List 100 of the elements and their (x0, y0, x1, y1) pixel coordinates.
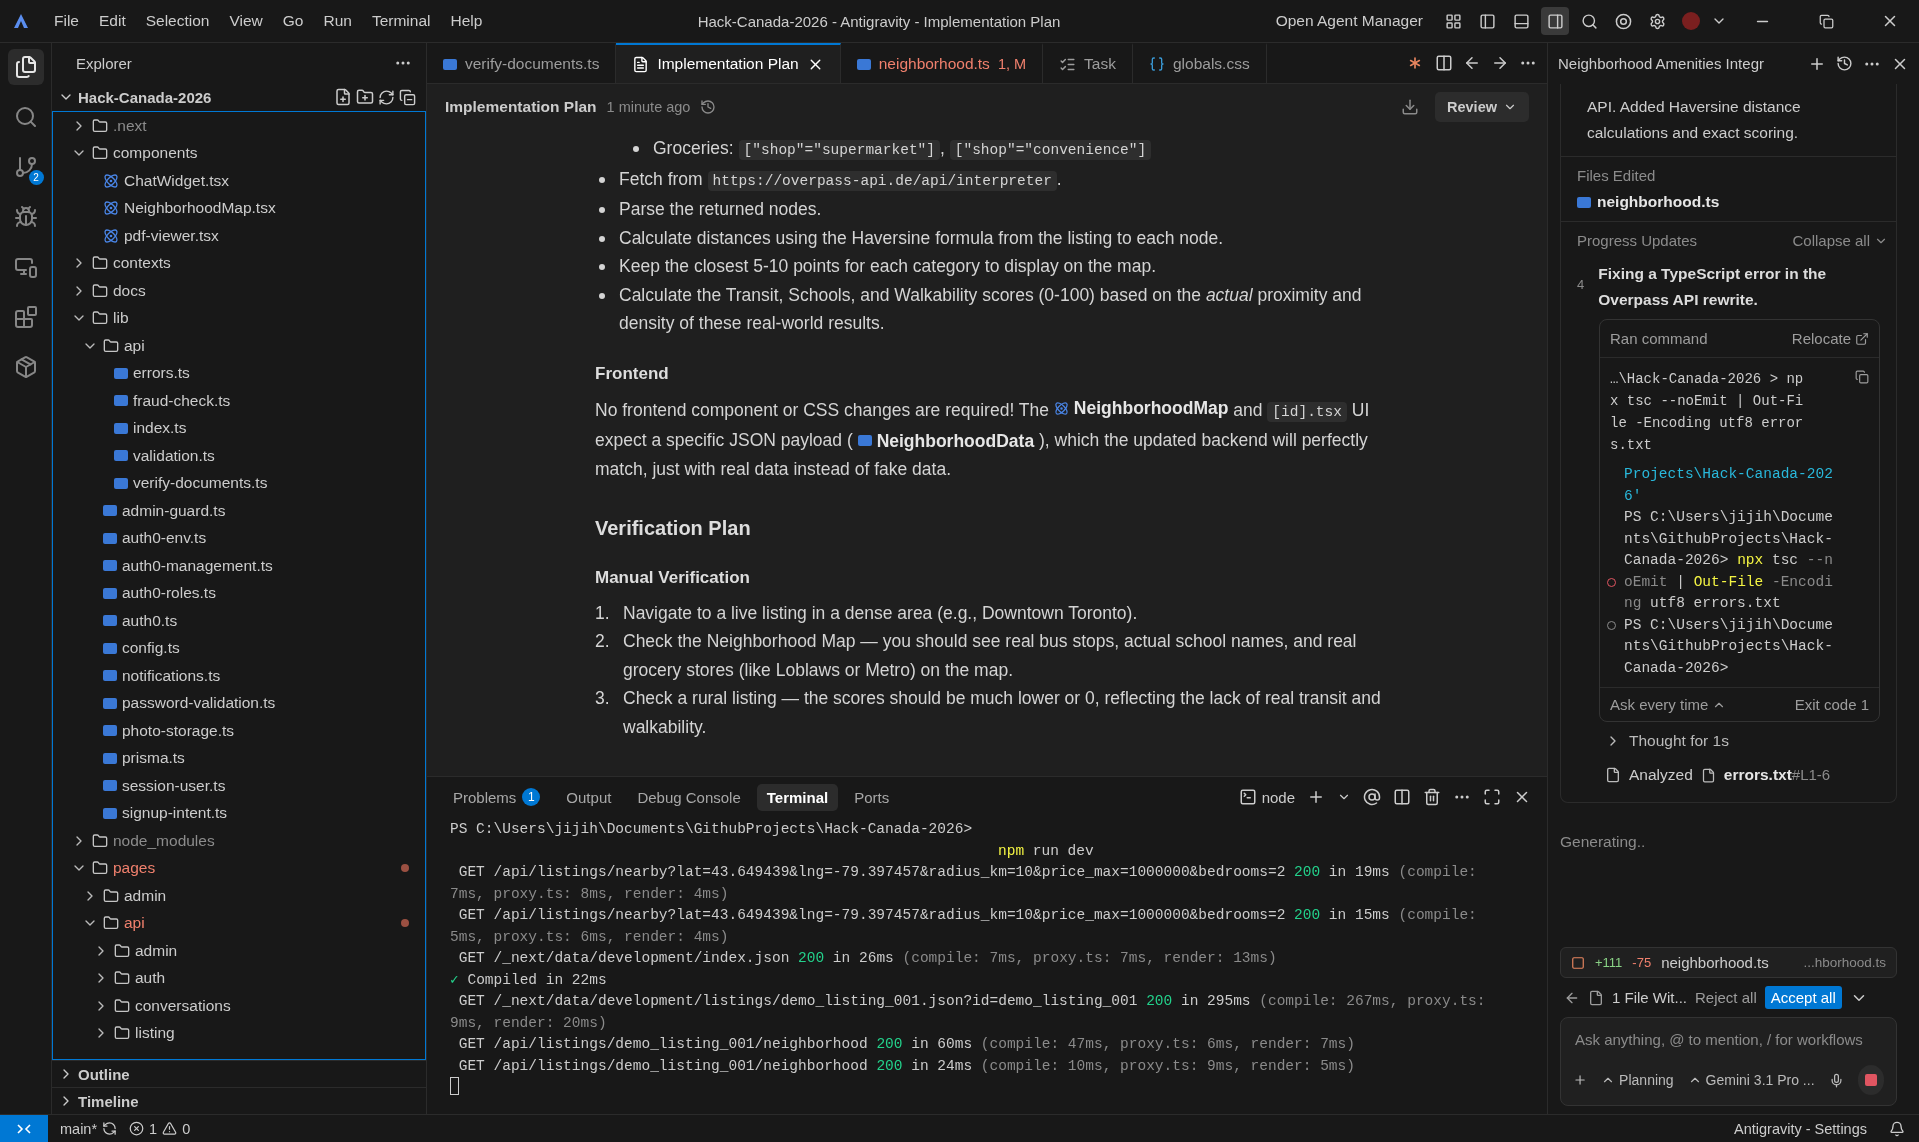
tree-item[interactable]: photo-storage.ts (53, 717, 425, 745)
accept-button[interactable]: Accept all (1764, 986, 1842, 1009)
tree-item[interactable]: contexts (53, 249, 425, 277)
refresh-icon[interactable] (378, 88, 395, 106)
copy-icon[interactable] (1855, 370, 1869, 384)
relocate-link[interactable]: Relocate (1791, 330, 1869, 347)
tree-item[interactable]: fraud-check.ts (53, 387, 425, 415)
tree-item[interactable]: docs (53, 277, 425, 305)
panel-tab[interactable]: Output (556, 783, 622, 811)
files-icon[interactable] (7, 49, 44, 85)
folder-icon (92, 860, 108, 877)
tree-item[interactable]: api (53, 332, 425, 360)
microphone-icon[interactable] (1828, 1071, 1844, 1089)
list-number: 1. (595, 601, 611, 625)
tree-item[interactable]: NeighborhoodMap.tsx (53, 194, 425, 222)
new-file-icon[interactable] (334, 88, 352, 106)
back-icon[interactable] (1463, 54, 1481, 72)
tree-item[interactable]: validation.ts (53, 442, 425, 470)
panel-right-icon[interactable] (1541, 7, 1569, 35)
menu-item[interactable]: File (44, 12, 89, 30)
symbol-link[interactable]: NeighborhoodMap (1053, 394, 1229, 423)
policy-selector[interactable]: Ask every time (1610, 696, 1727, 713)
tree-item[interactable]: auth0-env.ts (53, 524, 425, 552)
tree-item[interactable]: pdf-viewer.tsx (53, 222, 425, 250)
ts-file-icon (103, 642, 117, 654)
menu-item[interactable]: Run (313, 12, 362, 30)
tree-item[interactable]: listing (53, 1019, 425, 1047)
branch-indicator[interactable]: main* (60, 1120, 118, 1137)
tree-item[interactable]: auth (53, 964, 425, 992)
tree-item[interactable]: auth0-management.ts (53, 552, 425, 580)
collapse-icon[interactable] (399, 88, 416, 106)
tree-item[interactable]: pages (53, 854, 425, 882)
mode-selector[interactable]: Planning (1601, 1072, 1674, 1088)
tree-item[interactable]: session-user.ts (53, 772, 425, 800)
agent-manager-link[interactable]: Open Agent Manager (1265, 12, 1433, 30)
tree-item[interactable]: signup-intent.ts (53, 799, 425, 827)
collapse-link[interactable]: Collapse all (1792, 232, 1888, 249)
forward-icon[interactable] (1491, 54, 1509, 72)
problems-indicator[interactable]: 1 0 (129, 1120, 191, 1137)
tree-item[interactable]: verify-documents.ts (53, 469, 425, 497)
model-selector[interactable]: Gemini 3.1 Pro ... (1687, 1072, 1815, 1088)
mention-icon[interactable] (1363, 788, 1381, 806)
remote-button[interactable] (0, 1114, 48, 1142)
changes-bar[interactable]: +111 -75 neighborhood.ts ...hborhood.ts (1560, 947, 1897, 978)
tree-item[interactable]: lib (53, 304, 425, 332)
section-header[interactable]: Timeline (78, 1092, 139, 1110)
tree-item[interactable]: conversations (53, 992, 425, 1020)
terminal-selector[interactable]: node (1238, 788, 1295, 806)
editor-tab[interactable]: Implementation Plan (616, 43, 841, 83)
menu-item[interactable]: View (219, 12, 273, 30)
tree-item[interactable]: admin-guard.ts (53, 497, 425, 525)
folder-icon (103, 915, 119, 932)
tree-item[interactable]: node_modules (53, 827, 425, 855)
new-folder-icon[interactable] (356, 88, 374, 106)
file-link[interactable]: neighborhood.ts (1597, 193, 1720, 211)
add-icon[interactable] (1307, 788, 1325, 806)
tree-item[interactable]: auth0.ts (53, 607, 425, 635)
tree-item[interactable]: index.ts (53, 414, 425, 442)
tree-item[interactable]: ChatWidget.tsx (53, 167, 425, 195)
reject-button[interactable]: Reject all (1695, 989, 1757, 1006)
history-icon[interactable] (700, 99, 717, 115)
tree-item[interactable]: config.ts (53, 634, 425, 662)
stop-button[interactable] (1857, 1065, 1884, 1095)
tree-item[interactable]: prisma.ts (53, 744, 425, 772)
tree-item[interactable]: auth0-roles.ts (53, 579, 425, 607)
section-header[interactable]: Outline (78, 1065, 130, 1083)
menu-item[interactable]: Edit (89, 12, 136, 30)
tree-item[interactable]: .next (53, 112, 425, 140)
tree-item[interactable]: components (53, 139, 425, 167)
menu-item[interactable]: Terminal (361, 12, 441, 30)
chat-input[interactable]: Ask anything, @ to mention, / for workflows (1573, 1030, 1884, 1049)
menu-item[interactable]: Go (272, 12, 314, 30)
settings-link[interactable]: Antigravity - Settings (1734, 1120, 1867, 1137)
panel-tab[interactable]: Terminal (756, 783, 839, 811)
tree-item[interactable]: api (53, 909, 425, 937)
trash-icon[interactable] (1423, 788, 1441, 806)
panel-tab[interactable]: Problems 1 (443, 783, 551, 811)
review-button[interactable]: Review (1435, 92, 1529, 122)
project-name[interactable]: Hack-Canada-2026 (78, 88, 330, 106)
download-icon[interactable] (1401, 98, 1419, 116)
tree-item[interactable]: admin (53, 937, 425, 965)
tree-item[interactable]: password-validation.ts (53, 689, 425, 717)
list-text: Check a rural listing — the scores should be much lower or 0, reflecting the lack of real transit and walkability. (623, 687, 1382, 739)
thought-toggle[interactable]: Thought for 1s (1629, 732, 1729, 750)
tree-item[interactable]: notifications.ts (53, 662, 425, 690)
symbol-link[interactable]: NeighborhoodData (857, 426, 1035, 455)
history-icon[interactable] (1836, 55, 1853, 72)
tree-item[interactable]: errors.ts (53, 359, 425, 387)
panel-tab[interactable]: Ports (844, 783, 900, 811)
maximize-icon[interactable] (1483, 788, 1501, 806)
file-link[interactable]: errors.txt#L1-6 (1723, 766, 1831, 784)
split-icon[interactable] (1393, 788, 1411, 806)
menu-item[interactable]: Help (440, 12, 493, 30)
source-control-icon[interactable] (13, 155, 38, 179)
add-icon[interactable] (1573, 1072, 1588, 1088)
split-editor-icon[interactable] (1435, 54, 1453, 72)
menu-item[interactable]: Selection (135, 12, 220, 30)
panel-tab[interactable]: Debug Console (627, 783, 751, 811)
tree-item[interactable]: admin (53, 882, 425, 910)
bell-icon[interactable] (1889, 1120, 1905, 1137)
